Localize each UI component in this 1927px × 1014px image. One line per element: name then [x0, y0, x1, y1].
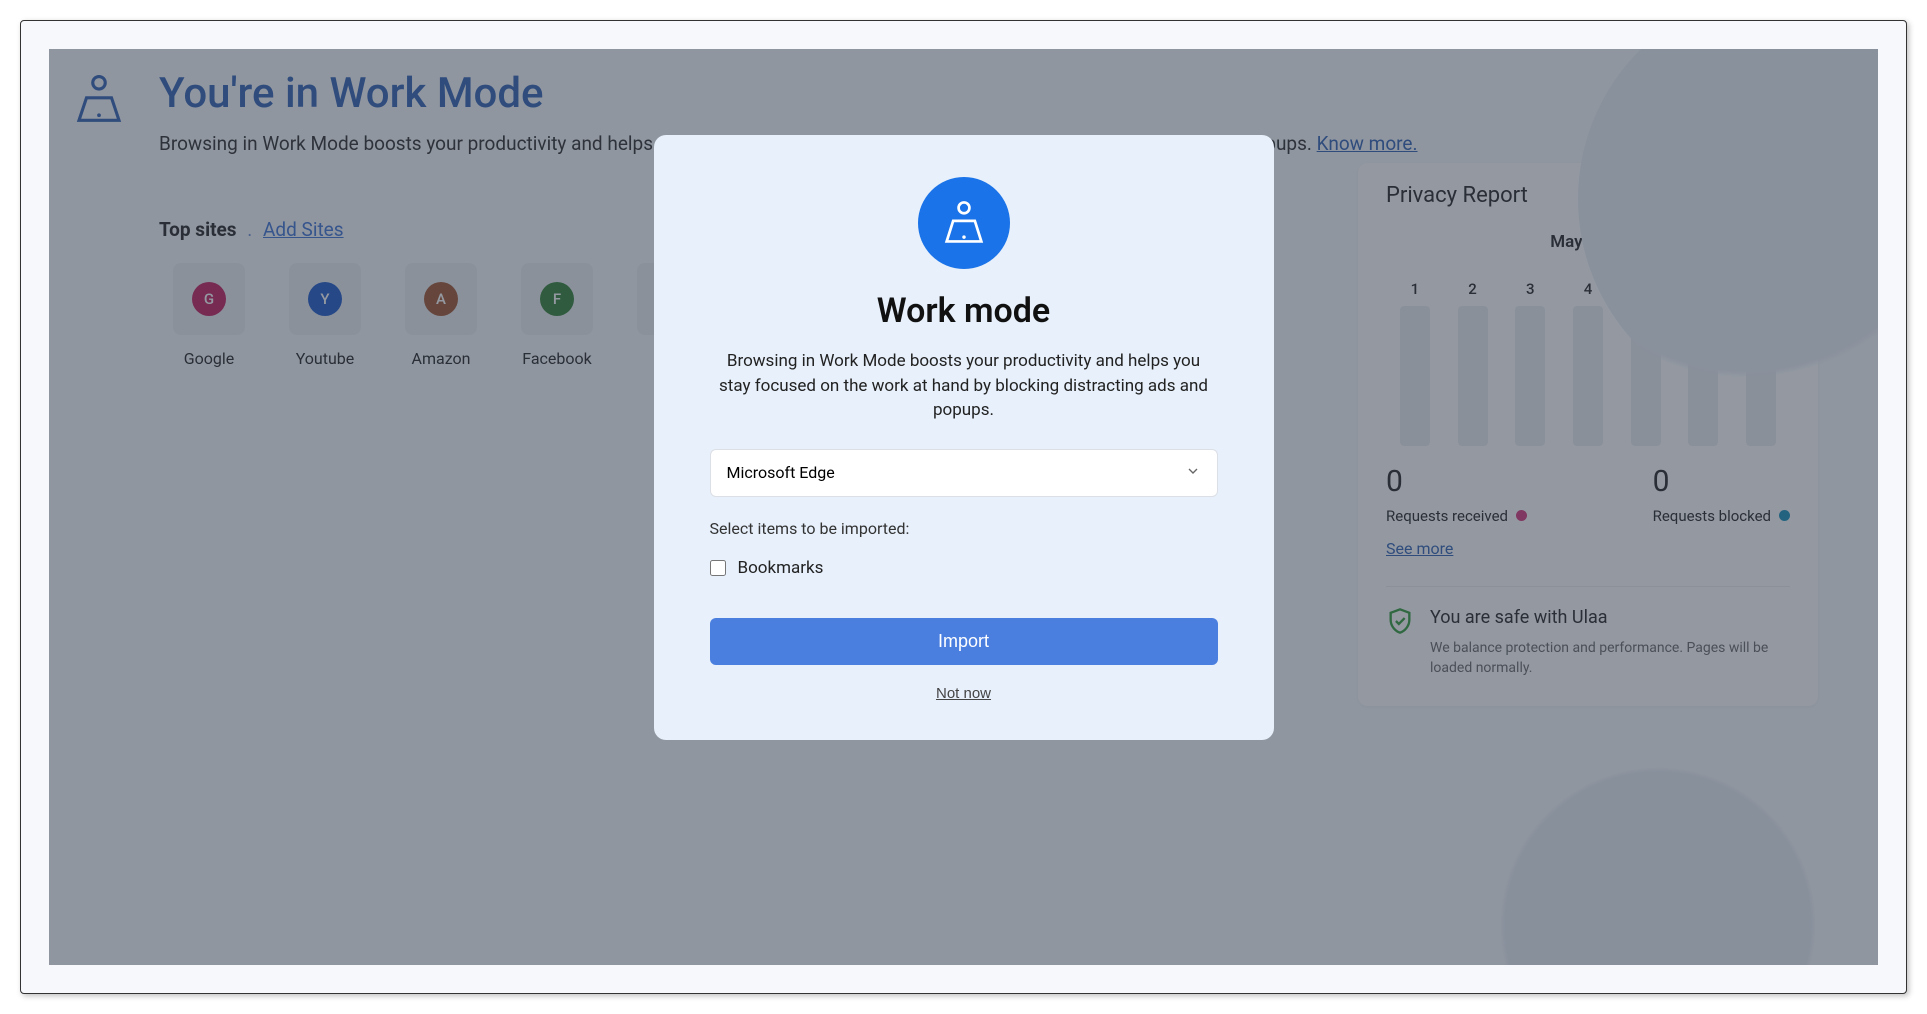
- modal-description: Browsing in Work Mode boosts your produc…: [710, 349, 1218, 423]
- modal-overlay: Work mode Browsing in Work Mode boosts y…: [49, 49, 1878, 965]
- chevron-down-icon: [1185, 463, 1201, 483]
- bookmarks-checkbox-row[interactable]: Bookmarks: [710, 558, 1218, 578]
- work-mode-icon: [918, 177, 1010, 269]
- modal-title: Work mode: [710, 291, 1218, 331]
- bookmarks-checkbox[interactable]: [710, 560, 726, 576]
- not-now-link[interactable]: Not now: [936, 685, 991, 702]
- browser-select-value: Microsoft Edge: [727, 463, 835, 482]
- import-items-label: Select items to be imported:: [710, 519, 1218, 538]
- bookmarks-label: Bookmarks: [738, 558, 824, 578]
- browser-select[interactable]: Microsoft Edge: [710, 449, 1218, 497]
- page-root: You're in Work Mode Browsing in Work Mod…: [49, 49, 1878, 965]
- import-button[interactable]: Import: [710, 618, 1218, 665]
- work-mode-modal: Work mode Browsing in Work Mode boosts y…: [654, 135, 1274, 740]
